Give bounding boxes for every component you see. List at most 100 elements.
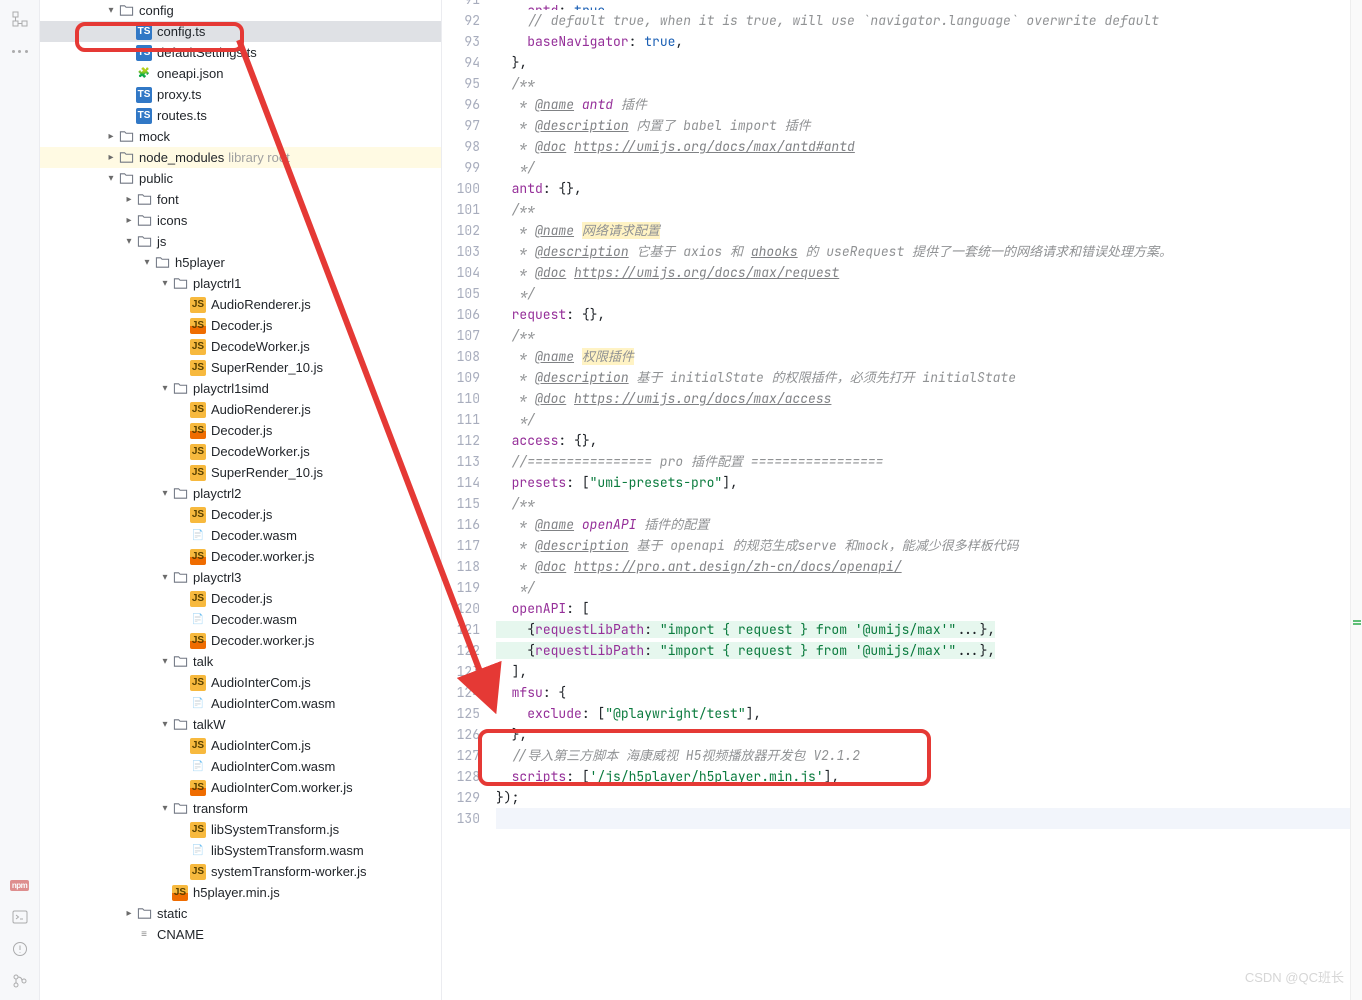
tree-folder[interactable]: ▾transform xyxy=(40,798,441,819)
tree-file[interactable]: 📄libSystemTransform.wasm xyxy=(40,840,441,861)
tree-file[interactable]: JSlibSystemTransform.js xyxy=(40,819,441,840)
code-line[interactable]: antd: {}, xyxy=(496,178,1362,199)
code-line[interactable]: */ xyxy=(496,157,1362,178)
tree-file[interactable]: 🧩oneapi.json xyxy=(40,63,441,84)
code-line[interactable]: /** xyxy=(496,199,1362,220)
chevron-right-icon[interactable]: ▸ xyxy=(122,193,136,207)
npm-icon[interactable]: npm xyxy=(11,876,29,894)
chevron-down-icon[interactable]: ▾ xyxy=(158,571,172,585)
code-line[interactable]: }, xyxy=(496,52,1362,73)
tree-folder[interactable]: ▾playctrl3 xyxy=(40,567,441,588)
tree-file[interactable]: JSsystemTransform-worker.js xyxy=(40,861,441,882)
tree-file[interactable]: JSDecodeWorker.js xyxy=(40,441,441,462)
code-line[interactable]: * @doc https://umijs.org/docs/max/access xyxy=(496,388,1362,409)
tree-file[interactable]: TSroutes.ts xyxy=(40,105,441,126)
code-line[interactable]: * @name 网络请求配置 xyxy=(496,220,1362,241)
code-line[interactable]: * @description 基于 openapi 的规范生成serve 和mo… xyxy=(496,535,1362,556)
code-line[interactable]: // default true, when it is true, will u… xyxy=(496,10,1362,31)
tree-file[interactable]: JSDecodeWorker.js xyxy=(40,336,441,357)
code-line[interactable]: */ xyxy=(496,409,1362,430)
tree-folder[interactable]: ▾playctrl1simd xyxy=(40,378,441,399)
chevron-right-icon[interactable]: ▸ xyxy=(104,130,118,144)
git-icon[interactable] xyxy=(11,972,29,990)
structure-icon[interactable] xyxy=(11,10,29,28)
more-icon[interactable] xyxy=(12,42,28,60)
chevron-right-icon[interactable]: ▸ xyxy=(104,151,118,165)
code-line[interactable]: mfsu: { xyxy=(496,682,1362,703)
code-line[interactable]: /** xyxy=(496,493,1362,514)
tree-folder[interactable]: ▸font xyxy=(40,189,441,210)
tree-folder[interactable]: ▾h5player xyxy=(40,252,441,273)
tree-file[interactable]: JSDecoder.js xyxy=(40,504,441,525)
chevron-right-icon[interactable]: ▸ xyxy=(122,907,136,921)
tree-file[interactable]: JSh5player.min.js xyxy=(40,882,441,903)
project-tree[interactable]: ▾configTSconfig.tsTSdefaultSettings.ts🧩o… xyxy=(40,0,442,1000)
code-line[interactable]: /** xyxy=(496,73,1362,94)
code-line[interactable]: request: {}, xyxy=(496,304,1362,325)
chevron-down-icon[interactable]: ▾ xyxy=(140,256,154,270)
code-line[interactable]: */ xyxy=(496,283,1362,304)
tree-file[interactable]: JSAudioInterCom.js xyxy=(40,735,441,756)
tree-folder[interactable]: ▾playctrl2 xyxy=(40,483,441,504)
code-line[interactable]: //================ pro 插件配置 ============… xyxy=(496,451,1362,472)
tree-file[interactable]: 📄Decoder.wasm xyxy=(40,609,441,630)
code-line[interactable]: */ xyxy=(496,577,1362,598)
chevron-down-icon[interactable]: ▾ xyxy=(158,718,172,732)
code-line[interactable]: * @name openAPI 插件的配置 xyxy=(496,514,1362,535)
code-line[interactable]: }); xyxy=(496,787,1362,808)
code-line[interactable]: * @doc https://umijs.org/docs/max/reques… xyxy=(496,262,1362,283)
code-line[interactable]: * @description 它基于 axios 和 ahooks 的 useR… xyxy=(496,241,1362,262)
code-line[interactable]: presets: ["umi-presets-pro"], xyxy=(496,472,1362,493)
tree-folder[interactable]: ▸icons xyxy=(40,210,441,231)
code-line[interactable]: baseNavigator: true, xyxy=(496,31,1362,52)
tree-file[interactable]: JSDecoder.worker.js xyxy=(40,546,441,567)
tree-file[interactable]: TSproxy.ts xyxy=(40,84,441,105)
chevron-down-icon[interactable]: ▾ xyxy=(104,4,118,18)
tree-file[interactable]: JSDecoder.js xyxy=(40,420,441,441)
tree-file[interactable]: TSdefaultSettings.ts xyxy=(40,42,441,63)
chevron-down-icon[interactable]: ▾ xyxy=(158,277,172,291)
code-line[interactable]: openAPI: [ xyxy=(496,598,1362,619)
chevron-down-icon[interactable]: ▾ xyxy=(104,172,118,186)
terminal-icon[interactable] xyxy=(11,908,29,926)
tree-folder[interactable]: ▾talkW xyxy=(40,714,441,735)
chevron-down-icon[interactable]: ▾ xyxy=(158,382,172,396)
tree-folder[interactable]: ▾talk xyxy=(40,651,441,672)
code-line[interactable]: /** xyxy=(496,325,1362,346)
tree-file[interactable]: 📄Decoder.wasm xyxy=(40,525,441,546)
tree-file[interactable]: 📄AudioInterCom.wasm xyxy=(40,693,441,714)
code-line[interactable]: {requestLibPath: "import { request } fro… xyxy=(496,640,1362,661)
code-line[interactable]: * @doc https://pro.ant.design/zh-cn/docs… xyxy=(496,556,1362,577)
tree-folder[interactable]: ▸node_moduleslibrary root xyxy=(40,147,441,168)
tree-file[interactable]: JSAudioRenderer.js xyxy=(40,294,441,315)
tree-file[interactable]: ≡CNAME xyxy=(40,924,441,945)
chevron-down-icon[interactable]: ▾ xyxy=(158,655,172,669)
chevron-down-icon[interactable]: ▾ xyxy=(158,802,172,816)
code-area[interactable]: antd: true, // default true, when it is … xyxy=(492,0,1362,1000)
chevron-down-icon[interactable]: ▾ xyxy=(158,487,172,501)
tree-file[interactable]: JSDecoder.worker.js xyxy=(40,630,441,651)
tree-folder[interactable]: ▾public xyxy=(40,168,441,189)
code-line[interactable]: * @name 权限插件 xyxy=(496,346,1362,367)
problems-icon[interactable] xyxy=(11,940,29,958)
tree-file[interactable]: 📄AudioInterCom.wasm xyxy=(40,756,441,777)
tree-folder[interactable]: ▸static xyxy=(40,903,441,924)
code-line[interactable]: ], xyxy=(496,661,1362,682)
tree-folder[interactable]: ▾config xyxy=(40,0,441,21)
chevron-right-icon[interactable]: ▸ xyxy=(122,214,136,228)
code-line[interactable]: }, xyxy=(496,724,1362,745)
code-line[interactable]: * @doc https://umijs.org/docs/max/antd#a… xyxy=(496,136,1362,157)
code-line[interactable]: antd: true, xyxy=(496,0,1362,10)
tree-file[interactable]: JSAudioInterCom.js xyxy=(40,672,441,693)
tree-file[interactable]: JSSuperRender_10.js xyxy=(40,357,441,378)
code-line[interactable]: * @description 内置了 babel import 插件 xyxy=(496,115,1362,136)
tree-file[interactable]: JSDecoder.js xyxy=(40,315,441,336)
tree-folder[interactable]: ▾playctrl1 xyxy=(40,273,441,294)
code-line[interactable] xyxy=(496,808,1362,829)
tree-file[interactable]: TSconfig.ts xyxy=(40,21,441,42)
code-line[interactable]: //导入第三方脚本 海康威视 H5视频播放器开发包 V2.1.2 xyxy=(496,745,1362,766)
chevron-down-icon[interactable]: ▾ xyxy=(122,235,136,249)
tree-folder[interactable]: ▾js xyxy=(40,231,441,252)
tree-file[interactable]: JSDecoder.js xyxy=(40,588,441,609)
scrollbar[interactable] xyxy=(1350,0,1362,1000)
